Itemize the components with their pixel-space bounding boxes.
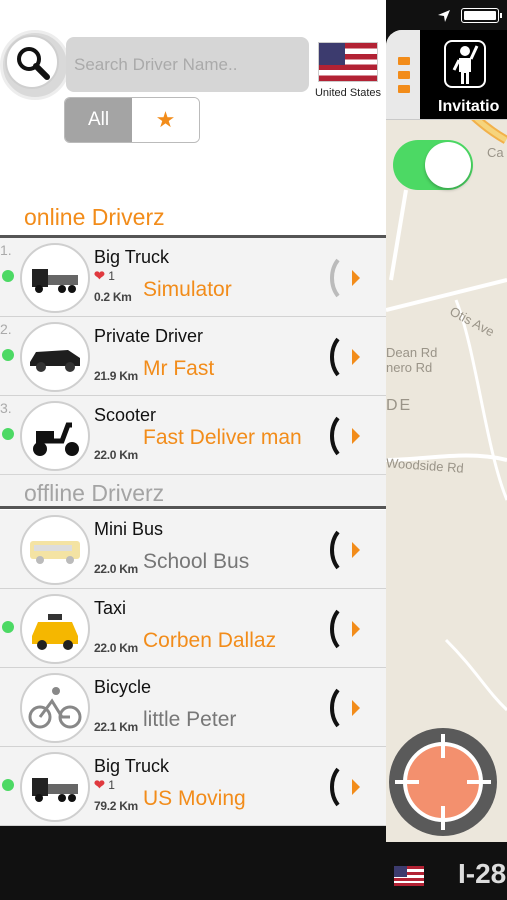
battery-icon — [461, 8, 502, 23]
search-icon — [5, 35, 59, 89]
online-status-dot — [2, 428, 14, 440]
driver-row[interactable]: 1. Big Truck ❤ 1 0.2 Km Simulator — [0, 238, 386, 317]
availability-toggle[interactable] — [393, 140, 473, 190]
bus-icon — [20, 515, 90, 585]
driver-name: School Bus — [143, 550, 250, 573]
driver-name: Fast Deliver man — [143, 426, 302, 449]
map-toolbar: Invitatio — [386, 30, 507, 120]
vehicle-type: Scooter — [94, 405, 157, 425]
distance: 21.9 Km — [94, 369, 138, 383]
crosshair-icon — [395, 734, 491, 830]
call-icon[interactable] — [328, 335, 366, 379]
distance: 22.1 Km — [94, 720, 138, 734]
heart-icon: ❤ — [94, 268, 105, 283]
highway-label: I-28 — [458, 858, 507, 889]
driver-name: Corben Dallaz — [143, 629, 277, 652]
driver-row[interactable]: Bicycle 22.1 Km little Peter — [0, 668, 386, 747]
vehicle-type: Big Truck — [94, 756, 170, 776]
us-flag-icon — [318, 42, 378, 82]
search-field[interactable] — [66, 37, 309, 92]
filter-segmented-control: All ★ — [64, 97, 200, 143]
distance: 79.2 Km — [94, 799, 138, 813]
map-street-label: Dean Rd — [386, 345, 438, 360]
invite-label: Invitatio — [438, 98, 500, 115]
filter-favorites-button[interactable]: ★ — [132, 98, 199, 142]
distance: 22.0 Km — [94, 448, 138, 462]
likes-count: ❤ 1 — [94, 777, 115, 792]
offline-section-title: offline Driverz — [24, 480, 165, 506]
row-number: 3. — [0, 400, 12, 416]
call-icon[interactable] — [328, 528, 366, 572]
distance: 0.2 Km — [94, 290, 132, 304]
map-street-label: nero Rd — [386, 360, 433, 375]
country-selector[interactable]: United States — [306, 42, 390, 99]
online-status-dot — [2, 779, 14, 791]
distance: 22.0 Km — [94, 562, 138, 576]
online-status-dot — [2, 270, 14, 282]
bicycle-icon — [20, 673, 90, 743]
call-icon[interactable] — [328, 414, 366, 458]
menu-handle-icon[interactable] — [398, 57, 410, 99]
online-section-title: online Driverz — [24, 204, 165, 230]
truck-icon — [20, 243, 90, 313]
person-waving-icon — [444, 40, 486, 88]
vehicle-type: Private Driver — [94, 326, 204, 346]
search-input[interactable] — [66, 37, 309, 92]
vehicle-type: Big Truck — [94, 247, 170, 267]
filter-all-button[interactable]: All — [65, 98, 132, 142]
driver-name: Mr Fast — [143, 357, 215, 380]
heart-icon: ❤ — [94, 777, 105, 792]
locate-me-button[interactable] — [389, 728, 497, 836]
driver-row[interactable]: Taxi 22.0 Km Corben Dallaz — [0, 589, 386, 668]
driver-list-panel: United States All ★ online Driverz 1. Bi… — [0, 0, 386, 826]
row-number: 1. — [0, 242, 12, 258]
vehicle-type: Mini Bus — [94, 519, 164, 539]
call-icon[interactable] — [328, 256, 366, 300]
call-icon[interactable] — [328, 765, 366, 809]
row-number: 2. — [0, 321, 12, 337]
vehicle-type: Bicycle — [94, 677, 152, 697]
call-icon[interactable] — [328, 607, 366, 651]
car-icon — [20, 322, 90, 392]
location-arrow-icon — [438, 9, 450, 22]
vehicle-type: Taxi — [94, 598, 127, 618]
likes-count: ❤ 1 — [94, 268, 115, 283]
search-button[interactable] — [0, 30, 70, 100]
driver-name: Simulator — [143, 278, 232, 301]
map-area-label: DE — [386, 397, 413, 414]
driver-name: little Peter — [143, 708, 237, 731]
driver-row[interactable]: 3. Scooter 22.0 Km Fast Deliver man — [0, 396, 386, 475]
call-icon[interactable] — [328, 686, 366, 730]
taxi-icon — [20, 594, 90, 664]
star-icon: ★ — [155, 107, 176, 132]
driver-name: US Moving — [143, 787, 246, 810]
driver-row[interactable]: Mini Bus 22.0 Km School Bus — [0, 510, 386, 589]
truck-icon — [20, 752, 90, 822]
online-status-dot — [2, 621, 14, 633]
driver-row[interactable]: Big Truck ❤ 1 79.2 Km US Moving — [0, 747, 386, 826]
country-label: United States — [314, 87, 382, 99]
online-status-dot — [2, 349, 14, 361]
map-street-label: Ca — [487, 145, 504, 160]
distance: 22.0 Km — [94, 641, 138, 655]
driver-row[interactable]: 2. Private Driver 21.9 Km Mr Fast — [0, 317, 386, 396]
invite-button[interactable]: Invitatio — [420, 30, 507, 119]
us-flag-icon — [394, 866, 424, 886]
scooter-icon — [20, 401, 90, 471]
status-bar — [437, 8, 502, 23]
